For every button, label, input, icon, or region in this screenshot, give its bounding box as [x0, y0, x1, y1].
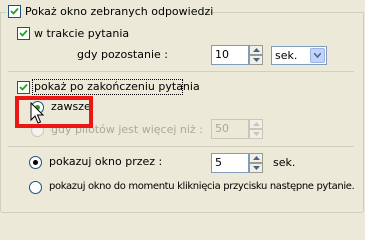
- during-question-label[interactable]: w trakcie pytania: [34, 27, 129, 40]
- show-for-value-input[interactable]: 5: [211, 153, 249, 173]
- spin-up-button[interactable]: [249, 45, 263, 55]
- after-question-checkbox[interactable]: [17, 81, 30, 94]
- show-for-spinner[interactable]: [249, 153, 263, 173]
- spin-up-button[interactable]: [249, 119, 263, 129]
- spin-down-button[interactable]: [249, 55, 263, 65]
- divider-2: [8, 146, 354, 147]
- arrow-up-icon: [253, 48, 260, 52]
- arrow-up-icon: [253, 156, 260, 160]
- spin-down-button[interactable]: [249, 163, 263, 173]
- arrow-up-icon: [253, 122, 260, 126]
- checkmark-icon: [19, 29, 28, 37]
- show-for-label[interactable]: pokazuj okno przez :: [49, 155, 162, 168]
- checkmark-icon: [19, 83, 28, 91]
- arrow-down-icon: [253, 166, 260, 170]
- unit-select[interactable]: sek.: [271, 46, 327, 65]
- unit-select-dropdown-button[interactable]: [310, 48, 325, 63]
- divider-1: [8, 71, 354, 72]
- arrow-down-icon: [253, 58, 260, 62]
- chevron-down-icon: [314, 53, 321, 58]
- checkmark-icon: [10, 7, 19, 15]
- main-option-checkbox[interactable]: [8, 5, 21, 18]
- until-next-radio[interactable]: [29, 181, 42, 194]
- frame-top-left: [0, 12, 6, 13]
- spin-up-button[interactable]: [249, 153, 263, 163]
- unit-select-value: sek.: [275, 49, 298, 62]
- after-question-label[interactable]: pokaż po zakończeniu pytania: [34, 80, 200, 93]
- pilots-spinner[interactable]: [249, 119, 263, 139]
- show-for-unit: sek.: [273, 156, 296, 169]
- remaining-label: gdy pozostanie :: [77, 48, 168, 61]
- cursor-icon: [30, 102, 45, 124]
- show-for-radio[interactable]: [29, 156, 42, 169]
- remaining-spinner[interactable]: [249, 45, 263, 65]
- frame-top-right: [202, 12, 363, 13]
- pilots-value-input[interactable]: 50: [211, 119, 249, 139]
- arrow-down-icon: [253, 132, 260, 136]
- highlight-box: [15, 96, 93, 128]
- until-next-label[interactable]: pokazuj okno do momentu kliknięcia przyc…: [49, 180, 355, 193]
- during-question-checkbox[interactable]: [17, 27, 30, 40]
- remaining-value-input[interactable]: 10: [211, 45, 249, 65]
- main-option-label[interactable]: Pokaż okno zebranych odpowiedzi: [25, 5, 213, 18]
- spin-down-button[interactable]: [249, 129, 263, 139]
